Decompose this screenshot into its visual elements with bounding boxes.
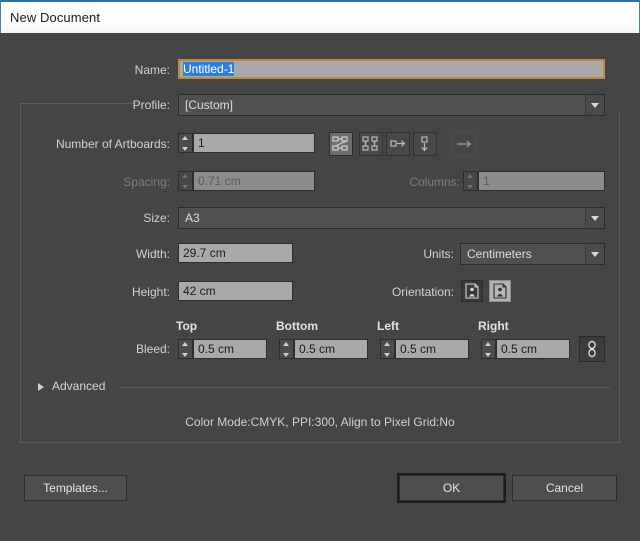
new-document-dialog: New Document Name: Untitled-1 Profile: [… bbox=[0, 0, 640, 541]
chevron-down-icon[interactable] bbox=[585, 208, 604, 228]
bleed-bottom-header: Bottom bbox=[276, 319, 318, 333]
dialog-body: Name: Untitled-1 Profile: [Custom] Numbe… bbox=[0, 33, 640, 541]
units-label: Units: bbox=[370, 243, 454, 265]
name-label: Name: bbox=[60, 59, 170, 81]
name-input[interactable]: Untitled-1 bbox=[178, 59, 605, 79]
height-label: Height: bbox=[60, 281, 170, 303]
advanced-summary: Color Mode:CMYK, PPI:300, Align to Pixel… bbox=[20, 415, 620, 429]
grid-by-column-button[interactable] bbox=[359, 132, 383, 156]
size-select[interactable]: A3 bbox=[178, 207, 605, 229]
bleed-left-input[interactable]: 0.5 cm bbox=[395, 339, 469, 359]
advanced-divider bbox=[121, 387, 610, 388]
templates-button[interactable]: Templates... bbox=[24, 475, 127, 501]
spacing-label: Spacing: bbox=[60, 171, 170, 193]
chevron-down-icon[interactable] bbox=[585, 244, 604, 264]
size-select-value: A3 bbox=[185, 211, 200, 225]
profile-select[interactable]: [Custom] bbox=[178, 94, 605, 116]
bleed-top-stepper-down[interactable] bbox=[179, 350, 192, 359]
columns-input: 1 bbox=[478, 171, 605, 191]
artboards-stepper[interactable] bbox=[178, 133, 193, 153]
change-layout-direction-button[interactable] bbox=[452, 132, 476, 156]
bleed-top-header: Top bbox=[176, 319, 197, 333]
bleed-left-stepper-up[interactable] bbox=[381, 340, 394, 349]
grid-by-row-icon bbox=[332, 135, 350, 153]
bleed-right-stepper-up[interactable] bbox=[482, 340, 495, 349]
bleed-bottom-stepper-up[interactable] bbox=[280, 340, 293, 349]
columns-stepper bbox=[463, 171, 478, 191]
arrange-by-row-button[interactable] bbox=[386, 132, 410, 156]
orientation-label: Orientation: bbox=[330, 281, 454, 303]
columns-stepper-up bbox=[464, 172, 477, 181]
grid-by-column-icon bbox=[362, 135, 380, 153]
spacing-input: 0.71 cm bbox=[193, 171, 315, 191]
number-of-artboards-label: Number of Artboards: bbox=[10, 133, 170, 155]
bleed-top-input[interactable]: 0.5 cm bbox=[193, 339, 267, 359]
bleed-link-button[interactable] bbox=[579, 336, 605, 362]
portrait-icon bbox=[462, 281, 482, 301]
bleed-label: Bleed: bbox=[60, 338, 170, 360]
units-select-value: Centimeters bbox=[467, 247, 532, 261]
bleed-right-header: Right bbox=[478, 319, 509, 333]
bleed-right-stepper[interactable] bbox=[481, 339, 496, 359]
chain-link-icon bbox=[580, 337, 604, 361]
arrange-by-column-icon bbox=[416, 135, 434, 153]
profile-label: Profile: bbox=[60, 94, 170, 116]
artboards-stepper-up[interactable] bbox=[179, 134, 192, 143]
height-input[interactable]: 42 cm bbox=[178, 281, 293, 301]
arrange-by-row-icon bbox=[389, 135, 407, 153]
columns-stepper-down bbox=[464, 182, 477, 191]
window-title: New Document bbox=[10, 10, 100, 25]
width-input[interactable]: 29.7 cm bbox=[178, 243, 293, 263]
name-input-value: Untitled-1 bbox=[183, 62, 234, 76]
arrow-right-icon bbox=[455, 135, 473, 153]
spacing-stepper bbox=[178, 171, 193, 191]
advanced-label[interactable]: Advanced bbox=[52, 379, 105, 393]
landscape-icon bbox=[490, 281, 510, 301]
bleed-right-input[interactable]: 0.5 cm bbox=[496, 339, 570, 359]
profile-select-value: [Custom] bbox=[185, 98, 233, 112]
spacing-stepper-up bbox=[179, 172, 192, 181]
bleed-bottom-input[interactable]: 0.5 cm bbox=[294, 339, 368, 359]
grid-by-row-button[interactable] bbox=[329, 132, 353, 156]
bleed-bottom-stepper[interactable] bbox=[279, 339, 294, 359]
cancel-button[interactable]: Cancel bbox=[512, 475, 617, 501]
bleed-left-stepper[interactable] bbox=[380, 339, 395, 359]
bleed-right-stepper-down[interactable] bbox=[482, 350, 495, 359]
bleed-bottom-stepper-down[interactable] bbox=[280, 350, 293, 359]
bleed-top-stepper[interactable] bbox=[178, 339, 193, 359]
units-select[interactable]: Centimeters bbox=[460, 243, 605, 265]
ok-button[interactable]: OK bbox=[399, 475, 504, 501]
artboards-input[interactable]: 1 bbox=[193, 133, 315, 153]
columns-label: Columns: bbox=[370, 171, 460, 193]
title-bar: New Document bbox=[0, 0, 640, 33]
width-label: Width: bbox=[60, 243, 170, 265]
orientation-landscape-button[interactable] bbox=[489, 280, 511, 302]
bleed-top-stepper-up[interactable] bbox=[179, 340, 192, 349]
orientation-portrait-button[interactable] bbox=[461, 280, 483, 302]
size-label: Size: bbox=[60, 207, 170, 229]
artboards-stepper-down[interactable] bbox=[179, 144, 192, 153]
bleed-left-header: Left bbox=[377, 319, 399, 333]
spacing-stepper-down bbox=[179, 182, 192, 191]
bleed-left-stepper-down[interactable] bbox=[381, 350, 394, 359]
advanced-disclosure-triangle-icon[interactable] bbox=[38, 383, 44, 391]
chevron-down-icon[interactable] bbox=[585, 95, 604, 115]
arrange-by-column-button[interactable] bbox=[413, 132, 437, 156]
